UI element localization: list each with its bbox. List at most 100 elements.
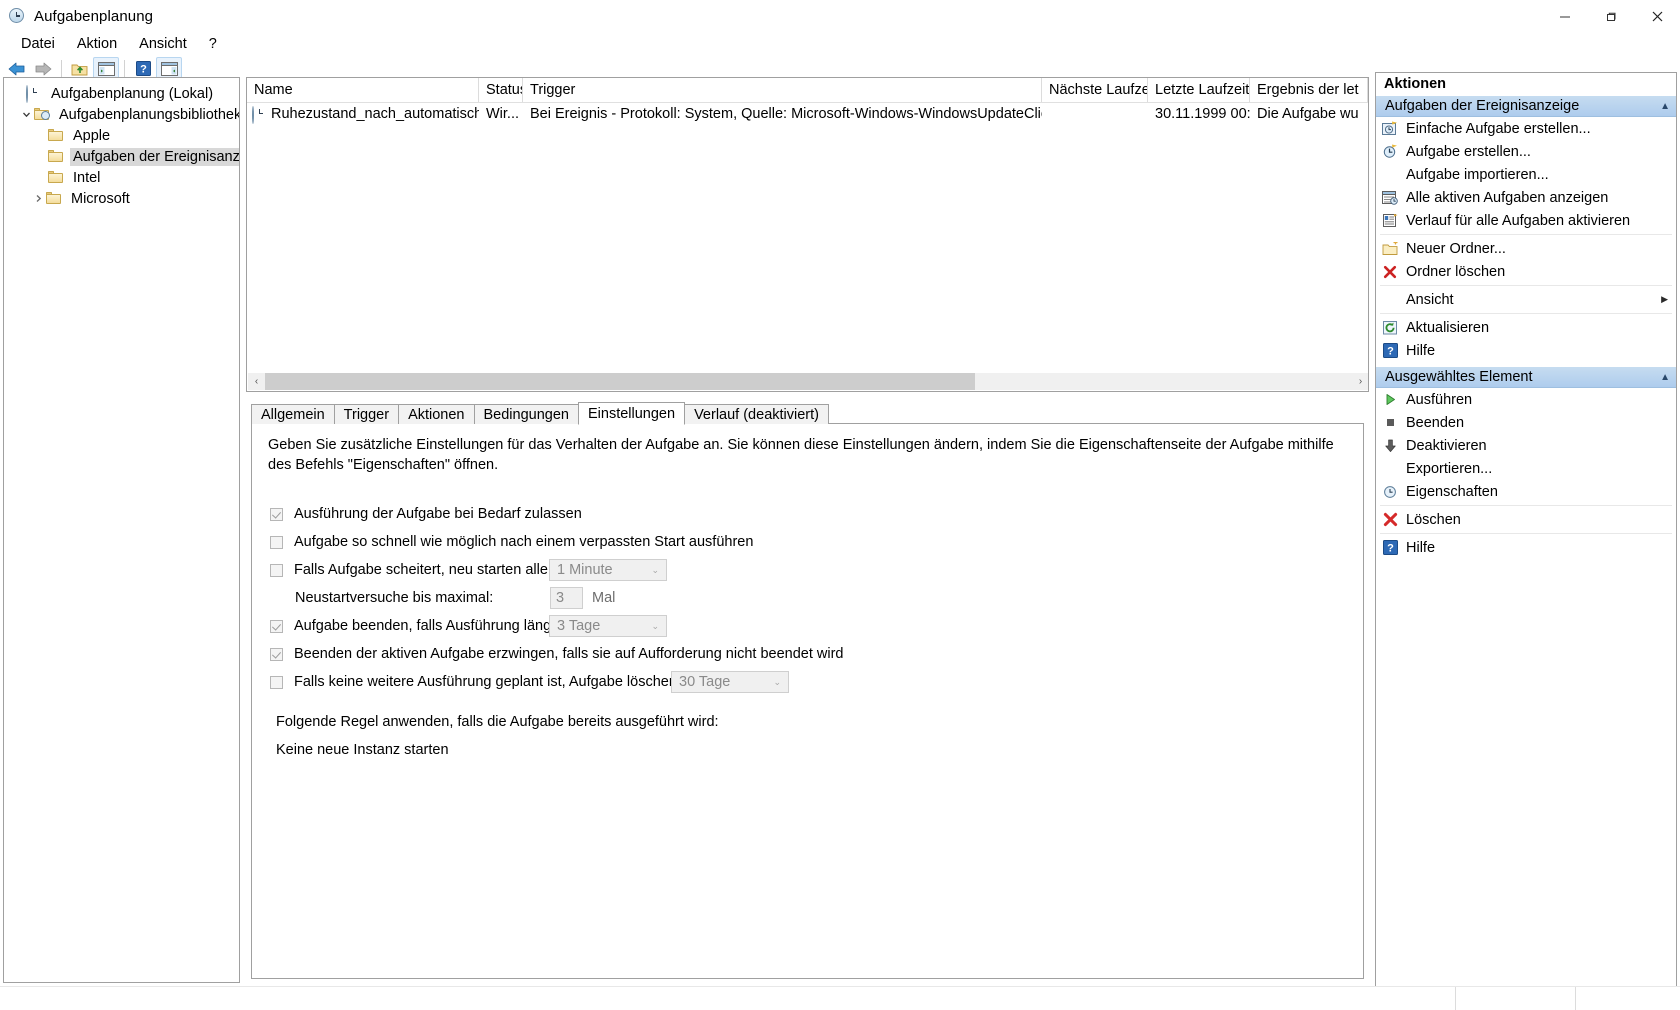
- display-all-running-tasks-icon: [1381, 190, 1399, 206]
- action-label: Aufgabe importieren...: [1406, 166, 1549, 183]
- disable-icon: [1381, 438, 1399, 454]
- action-end[interactable]: Beenden: [1376, 411, 1676, 434]
- actions-separator: [1380, 313, 1672, 314]
- action-properties[interactable]: Eigenschaften: [1376, 480, 1676, 503]
- menu-ansicht[interactable]: Ansicht: [128, 35, 198, 53]
- action-view[interactable]: Ansicht ▶: [1376, 288, 1676, 311]
- column-header-status[interactable]: Status: [479, 78, 523, 102]
- tab-verlauf[interactable]: Verlauf (deaktiviert): [684, 404, 829, 424]
- delete-folder-icon: [1381, 264, 1399, 280]
- task-list-header: Name Status Trigger Nächste Laufzeit Let…: [247, 78, 1368, 103]
- console-tree: Aufgabenplanung (Lokal) Aufgabenplanungs…: [4, 78, 239, 209]
- action-enable-all-tasks-history[interactable]: Verlauf für alle Aufgaben aktivieren: [1376, 209, 1676, 232]
- action-display-all-running-tasks[interactable]: Alle aktiven Aufgaben anzeigen: [1376, 186, 1676, 209]
- none-icon: [1381, 292, 1399, 308]
- action-new-folder[interactable]: Neuer Ordner...: [1376, 237, 1676, 260]
- scrollbar-thumb[interactable]: [265, 373, 975, 390]
- actions-separator: [1380, 505, 1672, 506]
- action-refresh[interactable]: Aktualisieren: [1376, 316, 1676, 339]
- setting-restart-on-failure: Falls Aufgabe scheitert, neu starten all…: [270, 556, 1363, 584]
- setting-allow-on-demand: Ausführung der Aufgabe bei Bedarf zulass…: [270, 500, 1363, 528]
- action-delete[interactable]: Löschen: [1376, 508, 1676, 531]
- tab-bedingungen[interactable]: Bedingungen: [473, 404, 579, 424]
- delete-after-combo[interactable]: 30 Tage ⌄: [671, 671, 789, 694]
- action-label: Einfache Aufgabe erstellen...: [1406, 120, 1591, 137]
- tree-node-intel[interactable]: Intel: [8, 167, 239, 188]
- minimize-button[interactable]: [1542, 0, 1588, 33]
- action-delete-folder[interactable]: Ordner löschen: [1376, 260, 1676, 283]
- menu-aktion[interactable]: Aktion: [66, 35, 128, 53]
- action-create-basic-task[interactable]: Einfache Aufgabe erstellen...: [1376, 117, 1676, 140]
- tree-node-microsoft[interactable]: Microsoft: [8, 188, 239, 209]
- cell-name: Ruhezustand_nach_automatischem_Up...: [247, 103, 479, 125]
- tree-node-event-viewer-tasks[interactable]: Aufgaben der Ereignisanzeige: [8, 146, 239, 167]
- cell-trigger: Bei Ereignis - Protokoll: System, Quelle…: [530, 106, 1042, 122]
- maximize-button[interactable]: [1588, 0, 1634, 33]
- vertical-splitter[interactable]: [240, 77, 245, 983]
- run-asap-after-missed-start-checkbox[interactable]: [270, 535, 283, 549]
- chevron-down-icon[interactable]: [18, 107, 34, 123]
- run-asap-label: Aufgabe so schnell wie möglich nach eine…: [294, 534, 754, 551]
- action-create-task[interactable]: Aufgabe erstellen...: [1376, 140, 1676, 163]
- menu-hilfe[interactable]: ?: [198, 35, 228, 53]
- action-label: Hilfe: [1406, 539, 1436, 556]
- setting-stop-if-runs-longer: Aufgabe beenden, falls Ausführung länger…: [270, 612, 1363, 640]
- table-row[interactable]: Ruhezustand_nach_automatischem_Up... Wir…: [247, 103, 1368, 125]
- cell-last-result: Die Aufgabe wu: [1257, 106, 1359, 122]
- delete-if-not-scheduled-checkbox[interactable]: [270, 675, 283, 689]
- stop-if-runs-longer-checkbox[interactable]: [270, 619, 283, 633]
- tree-node-label: Aufgabenplanung (Lokal): [51, 85, 214, 102]
- scroll-right-icon[interactable]: ›: [1352, 373, 1368, 390]
- allow-on-demand-checkbox[interactable]: [270, 507, 283, 521]
- stop-duration-combo[interactable]: 3 Tage ⌄: [549, 615, 667, 638]
- tree-node-task-scheduler-library[interactable]: Aufgabenplanungsbibliothek: [8, 104, 239, 125]
- restart-attempts-field[interactable]: 3: [550, 587, 583, 610]
- settings-description: Geben Sie zusätzliche Einstellungen für …: [268, 437, 1334, 473]
- setting-delete-if-not-scheduled: Falls keine weitere Ausführung geplant i…: [270, 668, 1363, 696]
- column-header-name[interactable]: Name: [247, 78, 479, 102]
- window-title: Aufgabenplanung: [34, 8, 154, 25]
- action-export[interactable]: Exportieren...: [1376, 457, 1676, 480]
- tab-einstellungen[interactable]: Einstellungen: [577, 402, 686, 425]
- chevron-right-icon[interactable]: [30, 191, 46, 207]
- scrollbar-track[interactable]: [975, 373, 1352, 390]
- column-header-last-run[interactable]: Letzte Laufzeit: [1148, 78, 1250, 102]
- action-label: Alle aktiven Aufgaben anzeigen: [1406, 189, 1609, 206]
- menu-datei[interactable]: Datei: [10, 35, 66, 53]
- tab-aktionen[interactable]: Aktionen: [398, 404, 475, 424]
- action-help[interactable]: ? Hilfe: [1376, 339, 1676, 362]
- force-stop-checkbox[interactable]: [270, 647, 283, 661]
- close-button[interactable]: [1634, 0, 1680, 33]
- folder-icon: [48, 128, 65, 144]
- restart-interval-combo[interactable]: 1 Minute ⌄: [549, 559, 667, 582]
- tree-node-task-scheduler-local[interactable]: Aufgabenplanung (Lokal): [8, 83, 239, 104]
- action-import-task[interactable]: Aufgabe importieren...: [1376, 163, 1676, 186]
- create-task-icon: [1381, 144, 1399, 160]
- action-disable[interactable]: Deaktivieren: [1376, 434, 1676, 457]
- window-controls: [1542, 0, 1680, 33]
- column-header-trigger[interactable]: Trigger: [523, 78, 1042, 102]
- task-scheduler-window: Aufgabenplanung Datei Aktion Ansicht ? ?…: [0, 0, 1680, 1010]
- action-run[interactable]: Ausführen: [1376, 388, 1676, 411]
- tree-node-label: Aufgaben der Ereignisanzeige: [70, 147, 239, 166]
- column-header-last-result[interactable]: Ergebnis der let: [1250, 78, 1368, 102]
- actions-pane-title: Aktionen: [1376, 73, 1676, 95]
- new-folder-icon: [1381, 241, 1399, 257]
- collapse-icon[interactable]: ▲: [1660, 372, 1670, 383]
- actions-group-selected-item-header[interactable]: Ausgewähltes Element ▲: [1376, 366, 1676, 388]
- actions-separator: [1380, 533, 1672, 534]
- multiple-instances-rule-label: Folgende Regel anwenden, falls die Aufga…: [276, 714, 719, 731]
- tab-trigger[interactable]: Trigger: [333, 404, 400, 424]
- action-help-2[interactable]: ? Hilfe: [1376, 536, 1676, 559]
- column-header-next-run[interactable]: Nächste Laufzeit: [1042, 78, 1148, 102]
- task-list-horizontal-scrollbar[interactable]: ‹ ›: [248, 373, 1368, 390]
- library-folder-icon: [34, 107, 51, 123]
- task-list-rows: Ruhezustand_nach_automatischem_Up... Wir…: [247, 103, 1368, 125]
- restart-on-failure-checkbox[interactable]: [270, 563, 283, 577]
- tab-allgemein[interactable]: Allgemein: [251, 404, 335, 424]
- scroll-left-icon[interactable]: ‹: [248, 373, 265, 390]
- collapse-icon[interactable]: ▲: [1660, 101, 1670, 112]
- tree-node-apple[interactable]: Apple: [8, 125, 239, 146]
- actions-group-folder-header[interactable]: Aufgaben der Ereignisanzeige ▲: [1376, 95, 1676, 117]
- action-label: Beenden: [1406, 414, 1465, 431]
